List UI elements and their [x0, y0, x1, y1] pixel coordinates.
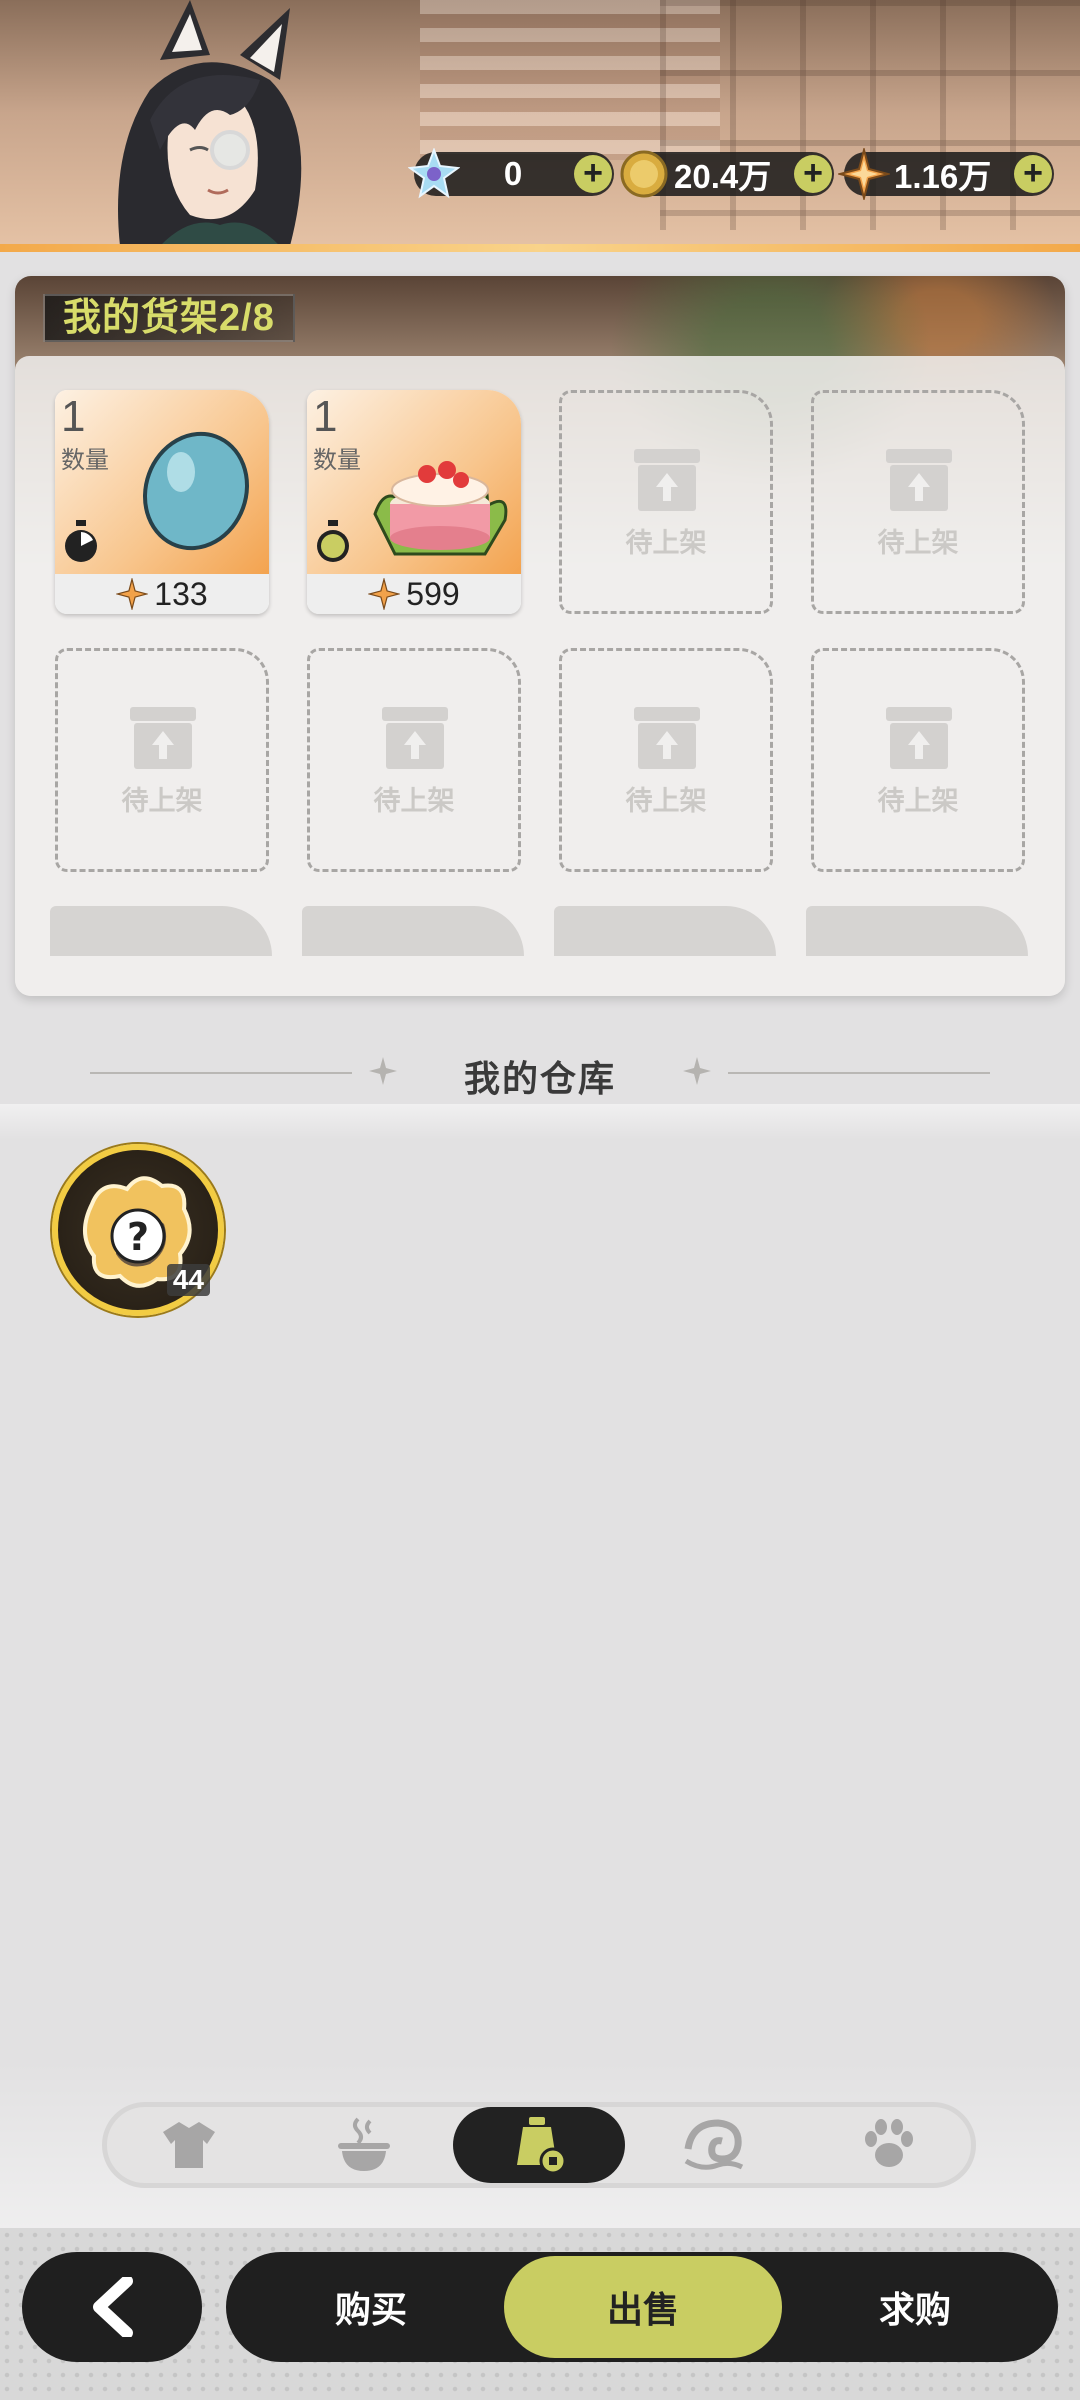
item-price: 133: [55, 574, 269, 614]
shirt-icon: [163, 2122, 215, 2168]
warehouse-title: 我的仓库: [463, 1058, 616, 1099]
sparkle-icon: [683, 1057, 711, 1085]
quantity-label: 数量: [61, 447, 109, 474]
timer-icon: [317, 520, 349, 562]
price-value: 133: [154, 575, 208, 612]
crystal-icon: [408, 148, 460, 199]
tab-food[interactable]: [278, 2107, 450, 2183]
my-shelf-panel: 我的货架2/8 1 数量 133 1 数量 599 待上架 待上架 待上架 待上…: [15, 276, 1065, 996]
shelf-slot-8[interactable]: 待上架: [811, 648, 1025, 872]
shelf-ledge: [302, 906, 524, 956]
top-banner: 0 + 20.4万 + 1.16万 +: [0, 0, 1080, 252]
shelf-slot-5[interactable]: 待上架: [55, 648, 269, 872]
item-quantity: 1: [61, 392, 86, 441]
star-gem-icon: [116, 578, 149, 610]
upload-box-icon: [886, 449, 952, 511]
coin-currency: 20.4万 +: [620, 150, 834, 198]
tab-clothing[interactable]: [103, 2107, 275, 2183]
upload-box-icon: [634, 449, 700, 511]
tab-items[interactable]: [453, 2107, 625, 2183]
cooking-pot-icon: [338, 2117, 390, 2171]
tab-pets[interactable]: [803, 2107, 975, 2183]
crystal-amount: 0: [503, 155, 523, 192]
blue-egg-icon: [142, 431, 250, 551]
empty-slot-label: 待上架: [121, 786, 203, 816]
shelf-slot-3[interactable]: 待上架: [559, 390, 773, 614]
tab-request[interactable]: 求购: [776, 2256, 1054, 2358]
shelf-slot-7[interactable]: 待上架: [559, 648, 773, 872]
price-value: 599: [406, 575, 460, 612]
tab-buy[interactable]: 购买: [232, 2256, 510, 2358]
tab-decor[interactable]: [628, 2107, 800, 2183]
wave-swirl-icon: [684, 2119, 744, 2170]
divider-line: [728, 1072, 990, 1074]
upload-box-icon: [886, 707, 952, 769]
star-amount: 1.16万: [894, 158, 992, 195]
svg-text:?: ?: [127, 1215, 149, 1259]
shelf-title: 我的货架2/8: [43, 294, 295, 342]
warehouse-header: 我的仓库: [0, 1040, 1080, 1104]
paw-icon: [865, 2119, 913, 2167]
empty-slot-label: 待上架: [877, 786, 959, 816]
star-currency: 1.16万 +: [838, 148, 1054, 200]
quantity-label: 数量: [313, 447, 361, 474]
coin-amount: 20.4万: [674, 158, 772, 195]
items-bag-icon: [517, 2117, 567, 2175]
empty-slot-label: 待上架: [625, 528, 707, 558]
empty-slot-label: 待上架: [877, 528, 959, 558]
crystal-currency: 0 +: [408, 148, 614, 199]
item-quantity: 1: [313, 392, 338, 441]
star-gem-icon: [838, 148, 890, 200]
add-crystal-button[interactable]: +: [574, 155, 612, 193]
upload-box-icon: [634, 707, 700, 769]
upload-box-icon: [130, 707, 196, 769]
item-count: 44: [166, 1264, 210, 1296]
shelf-ledge: [554, 906, 776, 956]
shelf-slot-6[interactable]: 待上架: [307, 648, 521, 872]
shelf-ledge: [50, 906, 272, 956]
header-divider: [0, 244, 1080, 252]
warehouse-item[interactable]: ? 44: [52, 1144, 224, 1316]
shelf-slot-2[interactable]: 1 数量 599: [307, 390, 521, 614]
timer-icon: [65, 520, 97, 562]
empty-slot-label: 待上架: [373, 786, 455, 816]
currency-bar: 0 + 20.4万 + 1.16万 +: [408, 148, 1054, 200]
add-coin-button[interactable]: +: [794, 155, 832, 193]
shelf-slot-4[interactable]: 待上架: [811, 390, 1025, 614]
strawberry-cake-icon: [373, 461, 508, 556]
gold-coin-icon: [620, 150, 668, 198]
character-portrait: [118, 0, 302, 246]
back-button[interactable]: [22, 2252, 202, 2362]
add-star-button[interactable]: +: [1014, 155, 1052, 193]
tab-sell[interactable]: 出售: [504, 2256, 782, 2358]
star-gem-icon: [368, 578, 401, 610]
shelf-slot-1[interactable]: 1 数量 133: [55, 390, 269, 614]
empty-slot-label: 待上架: [625, 786, 707, 816]
chevron-left-icon: [93, 2277, 133, 2337]
upload-box-icon: [382, 707, 448, 769]
shelf-ledge: [806, 906, 1028, 956]
item-price: 599: [307, 574, 521, 614]
